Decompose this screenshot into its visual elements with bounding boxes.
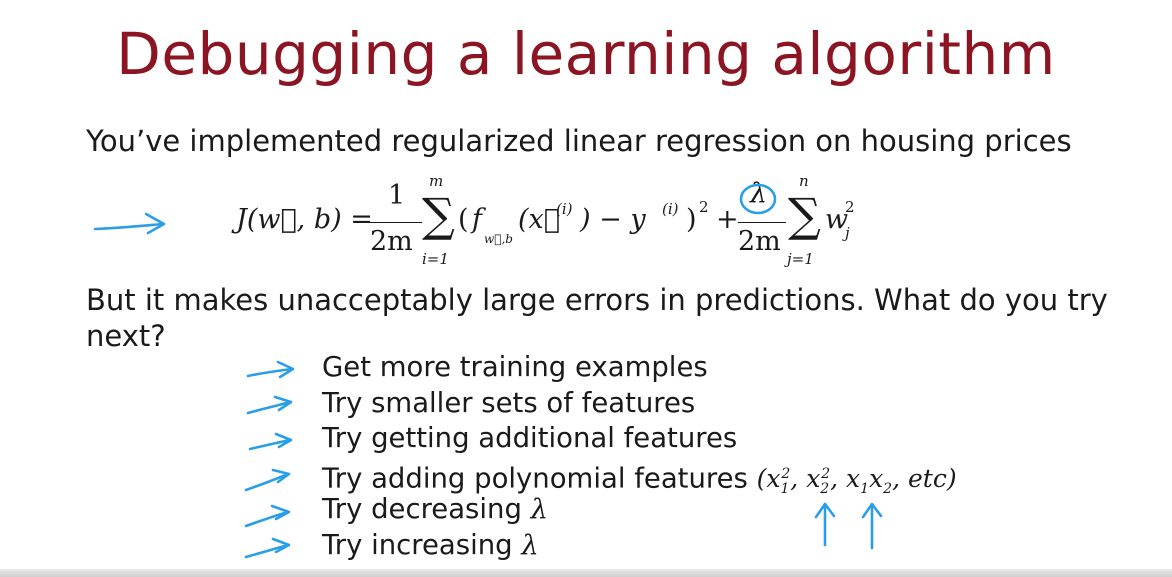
formula-arrow-icon — [93, 212, 166, 235]
ink-annotations — [93, 183, 883, 559]
option-arrow-icon — [244, 537, 291, 559]
option-arrow-icon — [248, 432, 293, 451]
option-arrow-icon — [246, 395, 293, 415]
bottom-scrollbar-strip — [0, 569, 1172, 577]
up-arrow-icon — [814, 502, 836, 547]
up-arrow-icon — [861, 502, 883, 550]
option-arrow-icon — [244, 504, 291, 528]
option-arrow-icon — [244, 468, 291, 492]
option-arrow-icon — [246, 360, 295, 379]
lambda-circle-icon — [739, 183, 777, 215]
